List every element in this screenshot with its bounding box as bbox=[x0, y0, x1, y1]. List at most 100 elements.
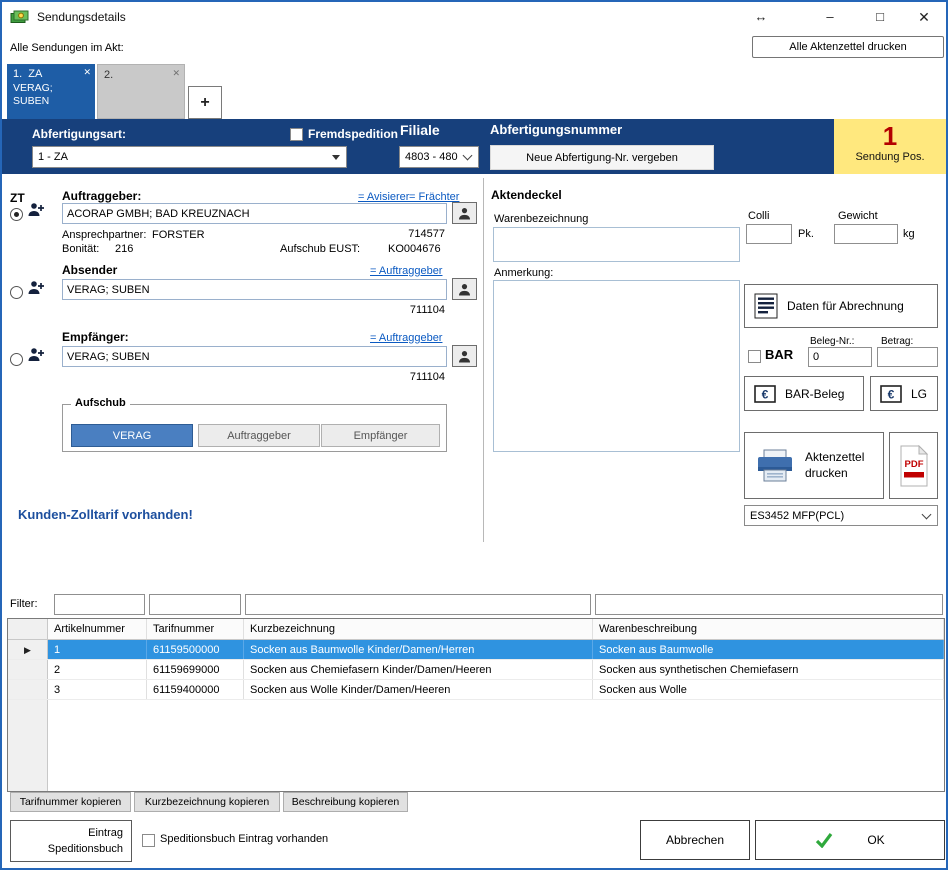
sendung-position-panel: 1 Sendung Pos. bbox=[834, 119, 946, 174]
table-header-row: Artikelnummer Tarifnummer Kurzbezeichnun… bbox=[8, 619, 944, 640]
filter-artikelnummer-input[interactable] bbox=[54, 594, 145, 615]
aufschub-group: Aufschub VERAG Auftraggeber Empfänger bbox=[62, 404, 447, 452]
colli-input[interactable] bbox=[746, 224, 792, 244]
copy-kurzbezeichnung-button[interactable]: Kurzbezeichnung kopieren bbox=[134, 792, 280, 812]
vertical-divider bbox=[483, 178, 484, 542]
filiale-label: Filiale bbox=[400, 122, 440, 138]
add-contact-icon[interactable] bbox=[27, 201, 45, 224]
colli-label: Colli bbox=[748, 210, 769, 222]
abfertigungsart-select[interactable]: 1 - ZA bbox=[32, 146, 347, 168]
zt-label: ZT bbox=[10, 191, 25, 205]
absender-input[interactable] bbox=[62, 279, 447, 300]
maximize-button[interactable]: □ bbox=[862, 2, 898, 32]
aufschub-group-label: Aufschub bbox=[71, 397, 130, 409]
contact-card-button[interactable] bbox=[452, 202, 477, 224]
ansprechpartner-value: FORSTER bbox=[152, 229, 205, 241]
tab-sendung-1[interactable]: 1. ZA VERAG; SUBEN ✕ bbox=[7, 64, 95, 119]
tab-close-icon[interactable]: ✕ bbox=[83, 67, 91, 78]
ok-button[interactable]: OK bbox=[755, 820, 945, 860]
cell-kurzbezeichnung: Socken aus Baumwolle Kinder/Damen/Herren bbox=[244, 640, 593, 659]
add-tab-button[interactable]: + bbox=[188, 86, 222, 119]
add-contact-icon[interactable] bbox=[27, 279, 45, 302]
abfertigungsnummer-label: Abfertigungsnummer bbox=[490, 122, 622, 137]
warenbezeichnung-label: Warenbezeichnung bbox=[494, 213, 588, 225]
filter-tarifnummer-input[interactable] bbox=[149, 594, 241, 615]
row-pointer-icon: ▶ bbox=[8, 640, 47, 659]
empfaenger-input[interactable] bbox=[62, 346, 447, 367]
column-header-kurzbezeichnung[interactable]: Kurzbezeichnung bbox=[244, 619, 593, 639]
table-row[interactable]: 2 61159699000 Socken aus Chemiefasern Ki… bbox=[8, 660, 944, 680]
close-button[interactable]: ✕ bbox=[906, 2, 942, 32]
gewicht-unit-label: kg bbox=[903, 228, 915, 240]
speditionsbuch-checkbox[interactable] bbox=[142, 834, 155, 847]
copy-tarifnummer-button[interactable]: Tarifnummer kopieren bbox=[10, 792, 131, 812]
pdf-button[interactable]: PDF bbox=[889, 432, 938, 499]
print-all-aktenzettel-button[interactable]: Alle Aktenzettel drucken bbox=[752, 36, 944, 58]
absender-number: 711104 bbox=[385, 304, 445, 316]
dispatch-bar: Abfertigungsart: Fremdspedition 1 - ZA F… bbox=[2, 119, 946, 174]
euro-receipt-icon: € bbox=[880, 385, 902, 403]
lg-button[interactable]: € LG bbox=[870, 376, 938, 411]
aktenzettel-drucken-button[interactable]: Aktenzettel drucken bbox=[744, 432, 884, 499]
aufschub-auftraggeber-button[interactable]: Auftraggeber bbox=[198, 424, 320, 447]
row-selector-cell: ▶ bbox=[8, 640, 48, 659]
filter-warenbeschreibung-input[interactable] bbox=[595, 594, 943, 615]
bar-beleg-button[interactable]: € BAR-Beleg bbox=[744, 376, 864, 411]
aufschub-verag-button[interactable]: VERAG bbox=[71, 424, 193, 447]
column-header-artikelnummer[interactable]: Artikelnummer bbox=[48, 619, 147, 639]
tab-title: 1. ZA bbox=[7, 64, 95, 80]
eintrag-speditionsbuch-button[interactable]: Eintrag Speditionsbuch bbox=[10, 820, 132, 862]
absender-label: Absender bbox=[62, 263, 117, 277]
svg-text:€: € bbox=[888, 387, 895, 401]
empfaenger-radio[interactable] bbox=[10, 353, 23, 366]
auftraggeber-radio[interactable] bbox=[10, 208, 23, 221]
contact-card-button[interactable] bbox=[452, 345, 477, 367]
aufschub-empfaenger-button[interactable]: Empfänger bbox=[321, 424, 440, 447]
minimize-button[interactable]: – bbox=[812, 2, 848, 32]
cell-warenbeschreibung: Socken aus synthetischen Chemiefasern bbox=[593, 660, 944, 679]
cell-artikelnummer: 1 bbox=[48, 640, 147, 659]
column-header-warenbeschreibung[interactable]: Warenbeschreibung bbox=[593, 619, 944, 639]
empfaenger-auftraggeber-link[interactable]: = Auftraggeber bbox=[370, 332, 442, 344]
titlebar: Sendungsdetails ↔ – □ ✕ bbox=[2, 2, 946, 32]
bar-checkbox[interactable] bbox=[748, 350, 761, 363]
neue-abfertigungsnummer-button[interactable]: Neue Abfertigung-Nr. vergeben bbox=[490, 145, 714, 170]
printer-select[interactable]: ES3452 MFP(PCL) bbox=[744, 505, 938, 526]
zolltarif-notice: Kunden-Zolltarif vorhanden! bbox=[18, 507, 193, 522]
beleg-nr-input[interactable] bbox=[808, 347, 872, 367]
filter-kurzbezeichnung-input[interactable] bbox=[245, 594, 591, 615]
daten-abrechnung-label: Daten für Abrechnung bbox=[787, 299, 904, 313]
table-row[interactable]: ▶ 1 61159500000 Socken aus Baumwolle Kin… bbox=[8, 640, 944, 660]
betrag-input[interactable] bbox=[877, 347, 938, 367]
warenbezeichnung-input[interactable] bbox=[493, 227, 740, 262]
tab-close-icon[interactable]: ✕ bbox=[172, 68, 180, 79]
daten-abrechnung-button[interactable]: Daten für Abrechnung bbox=[744, 284, 938, 328]
absender-radio[interactable] bbox=[10, 286, 23, 299]
cell-artikelnummer: 3 bbox=[48, 680, 147, 699]
filiale-select[interactable]: 4803 - 480 bbox=[399, 146, 479, 168]
auftraggeber-input[interactable] bbox=[62, 203, 447, 224]
resize-icon[interactable]: ↔ bbox=[743, 2, 779, 32]
absender-auftraggeber-link[interactable]: = Auftraggeber bbox=[370, 265, 442, 277]
gewicht-input[interactable] bbox=[834, 224, 898, 244]
ok-label: OK bbox=[867, 833, 884, 847]
abbrechen-button[interactable]: Abbrechen bbox=[640, 820, 750, 860]
speditionsbuch-label: Speditionsbuch bbox=[11, 841, 123, 858]
svg-text:€: € bbox=[762, 387, 769, 401]
add-contact-icon[interactable] bbox=[27, 346, 45, 369]
avisierer-link[interactable]: = Avisierer bbox=[358, 191, 409, 203]
ansprechpartner-label: Ansprechpartner: bbox=[62, 229, 146, 241]
anmerkung-label: Anmerkung: bbox=[494, 267, 553, 279]
table-row[interactable]: 3 61159400000 Socken aus Wolle Kinder/Da… bbox=[8, 680, 944, 700]
row-selector-cell bbox=[8, 680, 48, 699]
tab-sendung-2[interactable]: 2. ✕ bbox=[97, 64, 185, 119]
cell-artikelnummer: 2 bbox=[48, 660, 147, 679]
fremdspedition-label: Fremdspedition bbox=[308, 127, 398, 141]
contact-card-button[interactable] bbox=[452, 278, 477, 300]
cell-kurzbezeichnung: Socken aus Chemiefasern Kinder/Damen/Hee… bbox=[244, 660, 593, 679]
anmerkung-textarea[interactable] bbox=[493, 280, 740, 452]
copy-beschreibung-button[interactable]: Beschreibung kopieren bbox=[283, 792, 408, 812]
fremdspedition-checkbox[interactable] bbox=[290, 128, 303, 141]
column-header-tarifnummer[interactable]: Tarifnummer bbox=[147, 619, 244, 639]
bar-beleg-label: BAR-Beleg bbox=[785, 387, 844, 401]
